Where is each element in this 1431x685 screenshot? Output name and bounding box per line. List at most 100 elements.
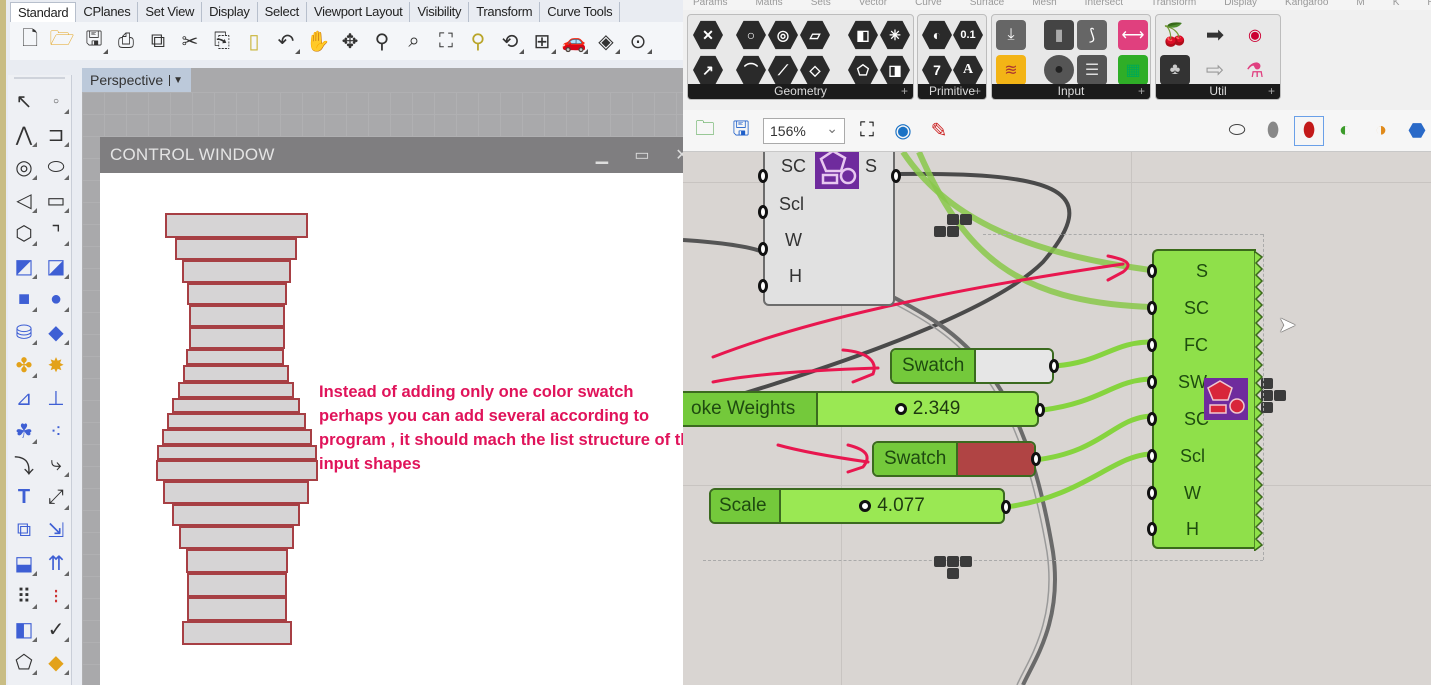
input-port[interactable]	[1147, 522, 1157, 536]
split-icon[interactable]: ⊿	[8, 382, 40, 414]
value-list-icon[interactable]: ☰	[1077, 55, 1107, 85]
chevron-down-icon[interactable]: ▼	[169, 74, 183, 86]
graph-mapper-icon[interactable]: ≋	[996, 55, 1026, 85]
line-param-icon[interactable]: ⟋	[768, 55, 798, 85]
input-port[interactable]	[1147, 486, 1157, 500]
tab-select[interactable]: Select	[258, 2, 307, 22]
output-port[interactable]	[1049, 359, 1059, 373]
integer-param-icon[interactable]: 7	[922, 55, 952, 85]
tab-curve-tools[interactable]: Curve Tools	[540, 2, 621, 22]
swatch-color[interactable]	[958, 443, 1034, 475]
arc-icon[interactable]: ◁	[8, 184, 40, 216]
undo-icon[interactable]: ↶	[272, 27, 300, 55]
zoom-extents-icon[interactable]: ⛶	[432, 27, 460, 55]
preview-mesh-quality-icon[interactable]: ⬣	[1403, 117, 1431, 145]
tab-transform[interactable]: Transform	[469, 2, 541, 22]
panel-label[interactable]: Primitive	[918, 84, 986, 99]
arrow-right-filled-icon[interactable]: ➡	[1200, 20, 1230, 50]
tree-icon[interactable]: ♣	[1160, 55, 1190, 85]
preview-shaded-icon[interactable]: ⬮	[1294, 115, 1324, 146]
viewport-tab[interactable]: Perspective ▼	[82, 68, 192, 92]
number-param-icon[interactable]: 0.1	[953, 20, 983, 50]
spheres-icon[interactable]: ●	[40, 283, 72, 315]
geometry-param-icon[interactable]: ✕	[693, 20, 723, 50]
text-param-icon[interactable]: A	[953, 55, 983, 85]
color-swatch-1[interactable]: Swatch	[890, 348, 1054, 384]
ellipse-icon[interactable]: ⬭	[40, 151, 72, 183]
slider-knob[interactable]	[859, 500, 872, 512]
puzzle-icon[interactable]: ✤	[8, 349, 40, 381]
tab-display[interactable]: Display	[202, 2, 258, 22]
gh-tab[interactable]: Sets	[811, 0, 831, 10]
output-port[interactable]	[891, 169, 901, 183]
check-icon[interactable]: ✓	[40, 613, 72, 645]
grey-shape-component[interactable]: SC Scl W H S	[763, 152, 895, 306]
gradient-input-icon[interactable]: ⟆	[1077, 20, 1107, 50]
color-swatch-icon[interactable]: ⟷	[1118, 20, 1148, 50]
vector-param-icon[interactable]: ↗	[693, 55, 723, 85]
zui-handle[interactable]	[1274, 390, 1286, 401]
rotate-camera-icon[interactable]: ⟲	[496, 27, 524, 55]
zoomable-ui-widget[interactable]	[934, 556, 972, 579]
planar-surface-icon[interactable]: ◆	[40, 316, 72, 348]
circle-icon[interactable]: ◎	[8, 151, 40, 183]
solids-icon[interactable]: ⬠	[8, 646, 40, 678]
zui-handle[interactable]	[947, 226, 959, 237]
import-icon[interactable]: ⧉	[144, 27, 172, 55]
polygon-icon[interactable]: ⬡	[8, 217, 40, 249]
zoomable-ui-widget[interactable]	[934, 214, 972, 237]
stroke-weights-slider[interactable]: oke Weights 2.349	[683, 391, 1039, 427]
move-rotate-icon[interactable]: ⇲	[40, 514, 72, 546]
zoom-dynamic-icon[interactable]: ⚲	[368, 27, 396, 55]
gh-tab[interactable]: Vector	[859, 0, 887, 10]
properties-icon[interactable]: ◈	[592, 27, 620, 55]
new-file-icon[interactable]: 🗋	[16, 27, 44, 55]
input-port[interactable]	[1147, 338, 1157, 352]
brep-param-icon[interactable]: ◎	[768, 20, 798, 50]
connect-points-icon[interactable]: ⤢	[40, 481, 72, 513]
gh-tab[interactable]: Maths	[755, 0, 782, 10]
import-input-icon[interactable]: ⤓	[996, 20, 1026, 50]
slider-knob[interactable]	[894, 403, 907, 415]
swatch-color[interactable]	[976, 350, 1052, 382]
text-icon[interactable]: T	[8, 481, 40, 513]
tab-visibility[interactable]: Visibility	[410, 2, 470, 22]
preview-selected-icon[interactable]: ◐	[1331, 117, 1359, 145]
tab-viewport-layout[interactable]: Viewport Layout	[307, 2, 411, 22]
zui-handle[interactable]	[960, 556, 972, 567]
zui-handle[interactable]	[947, 556, 959, 567]
options-icon[interactable]: ⊙	[624, 27, 652, 55]
gh-tab[interactable]: Kangaroo	[1285, 0, 1328, 10]
rectangle-param-icon[interactable]: ◇	[800, 55, 830, 85]
zui-handle[interactable]	[947, 214, 959, 225]
group-icon[interactable]: ⧉	[8, 514, 40, 546]
cylinder-icon[interactable]: ⛁	[8, 316, 40, 348]
flask-icon[interactable]: ⚗	[1240, 55, 1270, 85]
input-port[interactable]	[1147, 449, 1157, 463]
save-icon[interactable]: 🖫	[727, 117, 755, 145]
input-port[interactable]	[1147, 264, 1157, 278]
gh-tab[interactable]: K	[1393, 0, 1400, 10]
zoomable-ui-widget[interactable]	[1261, 378, 1288, 413]
curve-param-icon[interactable]: ⌒	[736, 55, 766, 85]
input-port[interactable]	[758, 242, 768, 256]
rectangle-icon[interactable]: ▭	[40, 184, 72, 216]
box-icon[interactable]: ■	[8, 283, 40, 315]
zui-handle[interactable]	[960, 214, 972, 225]
control-window-titlebar[interactable]: CONTROL WINDOW ▁ ▭ ✕	[100, 137, 702, 173]
green-shape-component[interactable]: S SC FC SW SC Scl W H	[1152, 249, 1264, 551]
preview-wireframe-icon[interactable]: ⬭	[1223, 117, 1251, 145]
select-arrow-icon[interactable]: ↖	[8, 85, 40, 117]
panel-label[interactable]: Util	[1156, 84, 1280, 99]
box-param-icon[interactable]: ◧	[848, 20, 878, 50]
data-dam-icon[interactable]: ◉	[1240, 20, 1270, 50]
output-port[interactable]	[1031, 452, 1041, 466]
curve-on-surface-icon[interactable]: ⤷	[40, 448, 72, 480]
zoom-window-icon[interactable]: ⌕	[400, 27, 428, 55]
tab-cplanes[interactable]: CPlanes	[76, 2, 139, 22]
gh-tab[interactable]: Mesh	[1032, 0, 1056, 10]
points-cloud-icon[interactable]: ⁖	[40, 415, 72, 447]
gh-tab[interactable]: M	[1356, 0, 1364, 10]
layer-icon[interactable]: ◧	[8, 613, 40, 645]
boolean-union-icon[interactable]: ☘	[8, 415, 40, 447]
